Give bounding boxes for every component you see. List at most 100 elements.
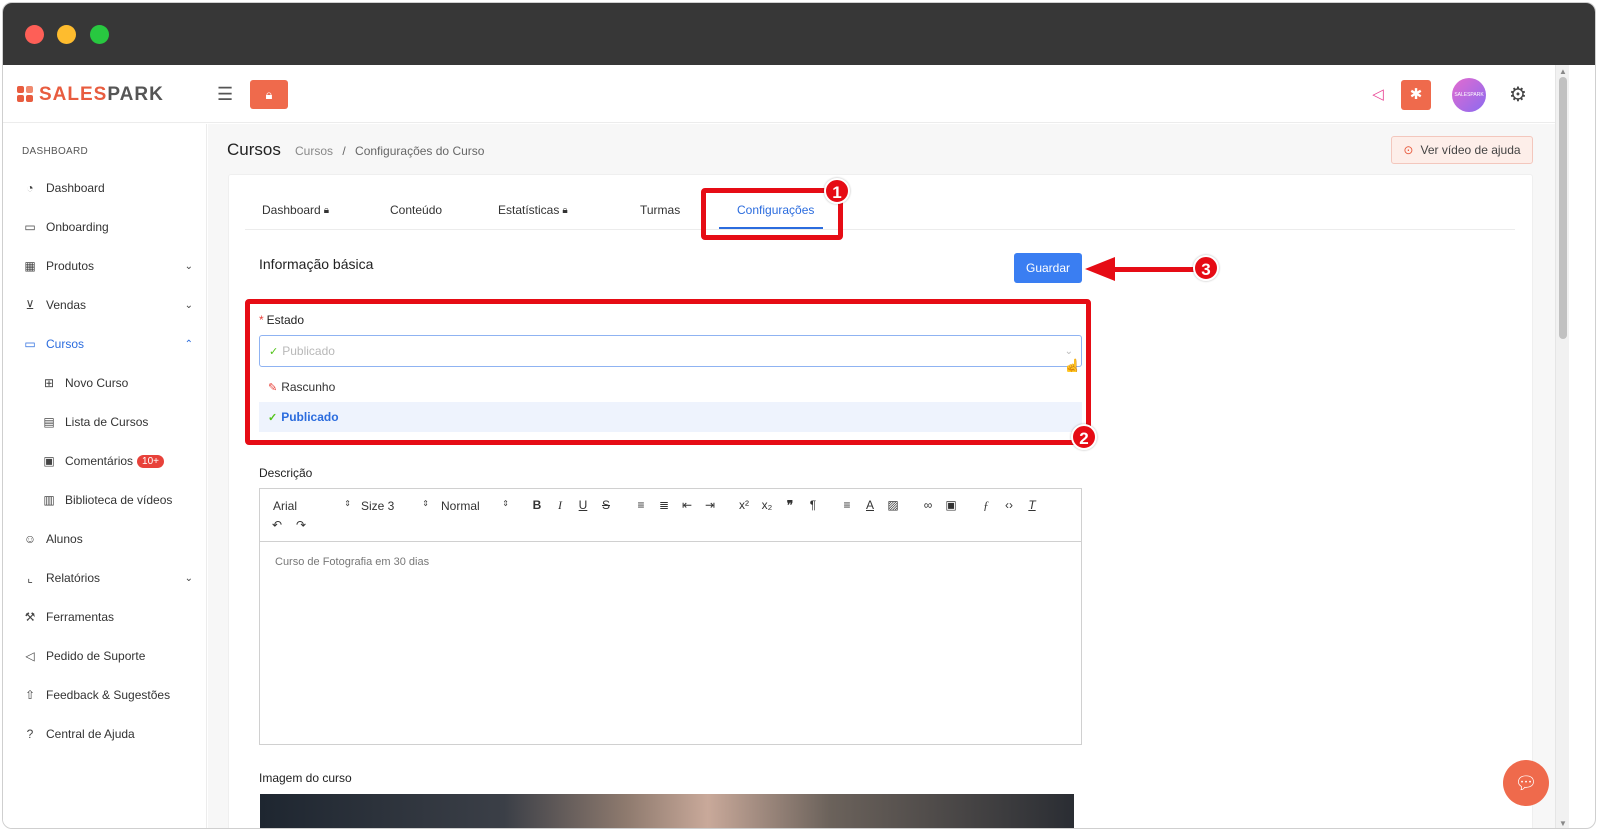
image-icon[interactable]: ▣ (943, 498, 959, 512)
sidebar-item-feedback[interactable]: ⇧ Feedback & Sugestões (3, 683, 207, 707)
sidebar-item-novo-curso[interactable]: ⊞ Novo Curso (3, 371, 207, 395)
sidebar-item-cursos[interactable]: ▭ Cursos ⌃ (3, 332, 207, 356)
chat-button[interactable]: 💬︎ (1503, 760, 1549, 806)
blockquote-icon[interactable]: ❞ (782, 498, 798, 512)
sidebar-item-comentarios[interactable]: ▣ Comentários 10+ (3, 449, 207, 473)
tab-estatisticas[interactable]: Estatísticas 🔒︎ (498, 203, 568, 217)
grid-icon: ▦ (24, 259, 36, 273)
course-image-preview[interactable] (260, 794, 1074, 828)
clear-format-icon[interactable]: T (1024, 498, 1040, 512)
indent-icon[interactable]: ⇥ (702, 498, 718, 512)
help-video-button[interactable]: ⊙ Ver vídeo de ajuda (1391, 136, 1533, 164)
background-color-icon[interactable]: ▨ (885, 498, 901, 512)
main-content: Cursos Cursos / Configurações do Curso ⊙… (208, 124, 1555, 828)
sidebar-item-vendas[interactable]: ⊻ Vendas ⌄ (3, 293, 207, 317)
text-color-icon[interactable]: A (862, 498, 878, 512)
sidebar-item-dashboard[interactable]: ◔ Dashboard (3, 176, 207, 200)
updown-icon: ⇕ (344, 499, 351, 508)
link-icon[interactable]: ∞ (920, 498, 936, 512)
video-icon: ▭ (24, 220, 36, 234)
play-circle-icon: ⊙ (1403, 143, 1414, 157)
chevron-down-icon: ⌄ (184, 299, 193, 311)
book-icon: ▥ (43, 493, 55, 507)
sidebar-item-relatorios[interactable]: ⌞ Relatórios ⌄ (3, 566, 207, 590)
annotation-box-tab (701, 188, 843, 240)
gear-icon[interactable]: ⚙ (1505, 80, 1531, 110)
sidebar-item-ferramentas[interactable]: ⚒ Ferramentas (3, 605, 207, 629)
annotation-badge-2: 2 (1071, 424, 1097, 450)
sidebar-item-produtos[interactable]: ▦ Produtos ⌄ (3, 254, 207, 278)
sidebar-item-onboarding[interactable]: ▭ Onboarding (3, 215, 207, 239)
sidebar-item-alunos[interactable]: ☺ Alunos (3, 527, 207, 551)
chevron-up-icon: ⌃ (184, 338, 193, 350)
sidebar-item-biblioteca-de-videos[interactable]: ▥ Biblioteca de vídeos (3, 488, 207, 512)
chart-icon: ⌞ (27, 571, 33, 585)
ordered-list-icon[interactable]: ≡ (633, 498, 649, 512)
tab-dashboard[interactable]: Dashboard 🔒︎ (262, 203, 329, 217)
lock-icon: 🔒︎ (562, 204, 568, 216)
tool-icon: ⚒ (24, 610, 36, 624)
logo-text: SALESPARK (39, 84, 164, 105)
table-icon: ▤ (43, 415, 55, 429)
undo-icon[interactable]: ↶ (269, 518, 285, 532)
bullet-list-icon[interactable]: ≣ (656, 498, 672, 512)
annotation-badge-3: 3 (1193, 255, 1219, 281)
italic-icon[interactable]: I (552, 498, 568, 513)
sidebar-item-central-de-ajuda[interactable]: ? Central de Ajuda (3, 722, 207, 746)
strike-icon[interactable]: S (598, 498, 614, 512)
font-select[interactable]: Arial ⇕ (273, 499, 351, 513)
maximize-window-button[interactable] (90, 25, 109, 44)
scroll-up-icon[interactable]: ▲ (1559, 67, 1567, 76)
salespark-logo[interactable]: SALESPARK (17, 84, 164, 106)
format-select[interactable]: Normal ⇕ (441, 499, 509, 513)
subscript-icon[interactable]: x₂ (759, 498, 775, 512)
scroll-down-icon[interactable]: ▼ (1559, 819, 1567, 828)
sidebar-section-title: DASHBOARD (22, 146, 89, 157)
annotation-arrow-line (1113, 267, 1195, 272)
section-title-basic-info: Informação básica (259, 256, 374, 272)
underline-icon[interactable]: U (575, 498, 591, 512)
chevron-down-icon: ⌄ (184, 260, 193, 272)
breadcrumb-item-cursos[interactable]: Cursos (295, 144, 333, 158)
megaphone-icon[interactable]: ◁ (1365, 80, 1391, 110)
tab-conteudo[interactable]: Conteúdo (390, 203, 442, 217)
breadcrumb-item-configuracoes: Configurações do Curso (355, 144, 485, 158)
top-navbar: SALESPARK ☰ 🔒︎ ◁ ✱ SALESPARK ⚙ (3, 65, 1555, 123)
avatar[interactable]: SALESPARK (1452, 78, 1486, 112)
text-direction-icon[interactable]: ¶ (805, 498, 821, 512)
menu-fold-icon[interactable]: ☰ (217, 84, 239, 104)
align-icon[interactable]: ≡ (839, 498, 855, 512)
code-icon[interactable]: ‹› (1001, 498, 1017, 512)
question-icon: ? (26, 727, 34, 741)
scrollbar-thumb[interactable] (1559, 77, 1567, 339)
sidebar-item-lista-de-cursos[interactable]: ▤ Lista de Cursos (3, 410, 207, 434)
editor-content[interactable]: Curso de Fotografia em 30 dias (275, 556, 429, 568)
user-icon: ☺ (23, 532, 37, 546)
bold-icon[interactable]: B (529, 498, 545, 512)
size-select[interactable]: Size 3 ⇕ (361, 499, 429, 513)
annotation-badge-1: 1 (824, 178, 850, 204)
tab-turmas[interactable]: Turmas (640, 203, 680, 217)
redo-icon[interactable]: ↷ (293, 518, 309, 532)
save-button[interactable]: Guardar (1014, 253, 1082, 283)
lock-icon: 🔒︎ (323, 204, 330, 216)
course-tabs: Dashboard 🔒︎ Conteúdo Estatísticas 🔒︎ Turm… (245, 200, 1515, 230)
comments-count-badge: 10+ (137, 454, 164, 468)
chevron-down-icon: ⌄ (184, 572, 193, 584)
updown-icon: ⇕ (422, 499, 429, 508)
close-window-button[interactable] (25, 25, 44, 44)
bug-icon[interactable]: ✱ (1401, 80, 1431, 110)
editor-toolbar: Arial ⇕ Size 3 ⇕ Normal ⇕ B I U S ≡ ≣ ⇤ ⇥ (260, 489, 1081, 542)
description-editor: Arial ⇕ Size 3 ⇕ Normal ⇕ B I U S ≡ ≣ ⇤ ⇥ (259, 488, 1082, 745)
lock-button[interactable]: 🔒︎ (250, 80, 288, 109)
browser-window: SALESPARK ☰ 🔒︎ ◁ ✱ SALESPARK ⚙ ▲ ▼ DASHB… (2, 2, 1596, 829)
sidebar-item-pedido-de-suporte[interactable]: ◁ Pedido de Suporte (3, 644, 207, 668)
page-scrollbar[interactable]: ▲ ▼ (1555, 65, 1569, 828)
annotation-arrow-head (1085, 257, 1115, 281)
formula-icon[interactable]: ƒ (978, 498, 994, 513)
cart-icon: ⊻ (25, 298, 35, 312)
monitor-icon: ▭ (24, 337, 36, 351)
superscript-icon[interactable]: x² (736, 498, 752, 512)
minimize-window-button[interactable] (57, 25, 76, 44)
outdent-icon[interactable]: ⇤ (679, 498, 695, 512)
